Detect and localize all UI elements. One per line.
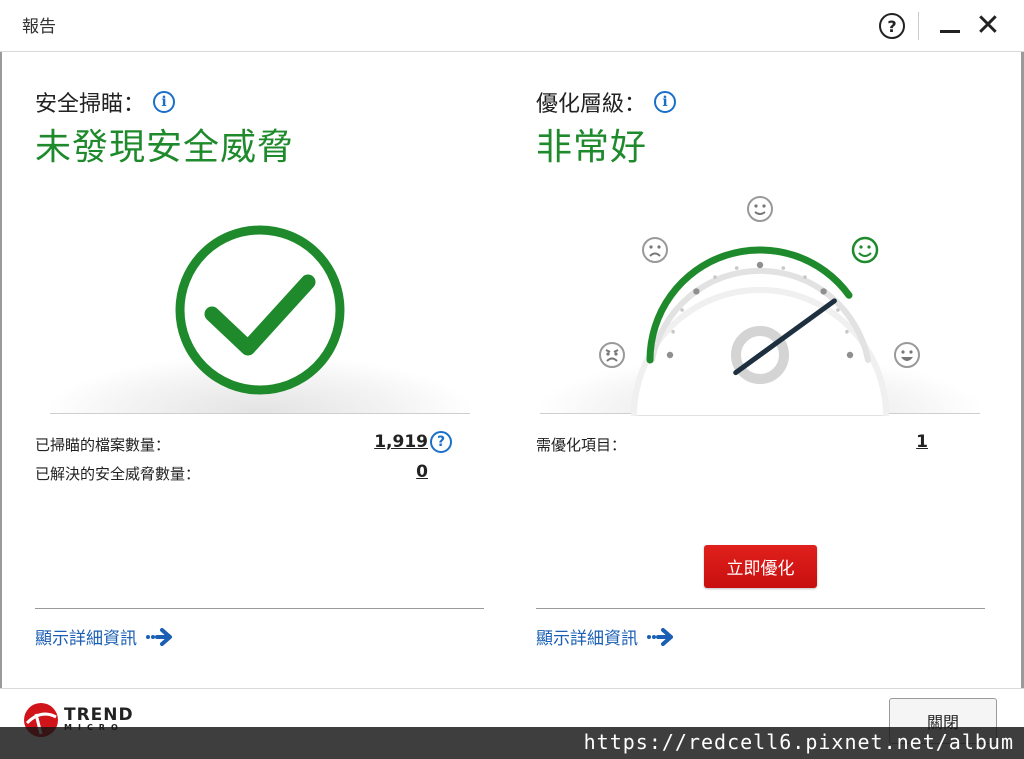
help-button[interactable]: ? bbox=[876, 10, 908, 42]
help-icon: ? bbox=[879, 13, 905, 39]
gauge-tick bbox=[666, 351, 674, 359]
title-bar: 報告 ? ✕ bbox=[0, 0, 1024, 52]
optimization-info-icon[interactable]: i bbox=[654, 91, 677, 113]
gauge-tick bbox=[671, 329, 675, 334]
check-badge bbox=[170, 224, 350, 404]
items-to-optimize-value[interactable]: 1 bbox=[880, 432, 928, 452]
neutral-face-icon bbox=[747, 196, 773, 222]
checkmark-icon bbox=[175, 225, 345, 395]
security-scan-label: 安全掃瞄： bbox=[35, 92, 146, 117]
gauge-tick bbox=[820, 288, 827, 295]
minimize-icon bbox=[940, 29, 960, 33]
window-title: 報告 bbox=[22, 17, 56, 37]
gauge-tick bbox=[756, 261, 764, 269]
gauge-tick bbox=[680, 308, 684, 312]
gauge-tick bbox=[836, 308, 840, 312]
scanned-help-icon[interactable]: ? bbox=[430, 431, 452, 453]
smile-face-icon bbox=[851, 236, 879, 264]
security-details-label: 顯示詳細資訊 bbox=[35, 629, 137, 649]
window-left-edge bbox=[0, 52, 2, 692]
security-details-link[interactable]: 顯示詳細資訊 bbox=[35, 624, 173, 649]
resolved-threats-value[interactable]: 0 bbox=[380, 462, 428, 482]
resolved-threats-label: 已解決的安全威脅數量： bbox=[35, 465, 201, 483]
optimization-details-link[interactable]: 顯示詳細資訊 bbox=[536, 624, 674, 649]
logo-brand: TREND bbox=[64, 705, 134, 725]
scanned-files-label: 已掃瞄的檔案數量： bbox=[35, 436, 171, 454]
grin-face-icon bbox=[894, 342, 920, 368]
gauge-tick bbox=[803, 275, 807, 279]
gauge-tick bbox=[693, 288, 700, 295]
close-window-button[interactable]: ✕ bbox=[972, 10, 1004, 42]
optimization-label: 優化層級： bbox=[536, 92, 647, 117]
watermark-url: https://redcell6.pixnet.net/album bbox=[0, 727, 1024, 759]
right-divider bbox=[536, 608, 985, 609]
gauge-graphic bbox=[599, 196, 920, 417]
gauge-tick bbox=[846, 351, 854, 359]
gauge-tick bbox=[781, 266, 786, 270]
optimization-details-label: 顯示詳細資訊 bbox=[536, 629, 638, 649]
optimize-now-button[interactable]: 立即優化 bbox=[704, 545, 817, 588]
close-icon: ✕ bbox=[975, 8, 1001, 43]
angry-face-icon bbox=[599, 342, 625, 368]
security-info-icon[interactable]: i bbox=[153, 91, 176, 113]
titlebar-separator bbox=[918, 12, 919, 40]
left-divider bbox=[35, 608, 484, 609]
security-status: 未發現安全威脅 bbox=[35, 127, 295, 168]
scanned-files-value[interactable]: 1,919 bbox=[360, 432, 428, 452]
arrow-right-icon bbox=[646, 627, 674, 647]
optimization-heading: 優化層級： i bbox=[536, 86, 677, 118]
items-to-optimize-label: 需優化項目： bbox=[536, 436, 627, 454]
sad-face-icon bbox=[642, 237, 668, 263]
gauge-tick bbox=[713, 275, 717, 279]
optimization-gauge bbox=[580, 185, 940, 417]
gauge-tick bbox=[845, 329, 849, 334]
gauge-tick bbox=[734, 266, 739, 270]
security-scan-heading: 安全掃瞄： i bbox=[35, 86, 176, 118]
optimization-status: 非常好 bbox=[536, 127, 648, 168]
minimize-button[interactable] bbox=[934, 10, 966, 42]
arrow-right-icon bbox=[145, 627, 173, 647]
